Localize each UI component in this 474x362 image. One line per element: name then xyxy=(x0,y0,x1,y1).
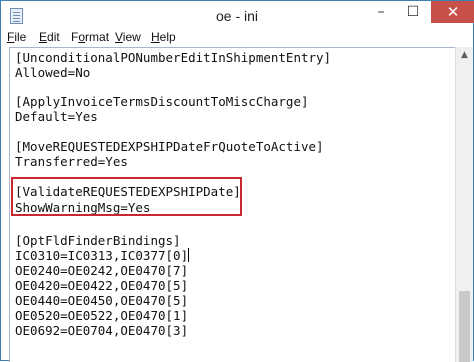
text-line: Transferred=Yes xyxy=(15,154,128,169)
title-bar[interactable]: oe - ini – ☐ ✕ xyxy=(1,1,474,31)
vertical-scrollbar[interactable]: ▲ xyxy=(455,47,473,362)
text-line: Default=Yes xyxy=(15,109,98,124)
text-caret xyxy=(188,248,189,262)
highlight-annotation-box xyxy=(11,177,242,216)
menu-file[interactable]: File xyxy=(7,30,26,44)
scrollbar-thumb[interactable] xyxy=(459,291,470,362)
text-line: IC0310=IC0313,IC0377[0] xyxy=(15,248,189,263)
text-line: OE0240=OE0242,OE0470[7] xyxy=(15,263,189,278)
text-line: OE0440=OE0450,OE0470[5] xyxy=(15,293,189,308)
minimize-button[interactable]: – xyxy=(367,1,395,23)
close-button[interactable]: ✕ xyxy=(431,1,474,23)
menu-help[interactable]: Help xyxy=(151,30,176,44)
menu-edit[interactable]: Edit xyxy=(39,30,60,44)
text-line: [OptFldFinderBindings] xyxy=(15,233,181,248)
text-line: OE0420=OE0422,OE0470[5] xyxy=(15,278,189,293)
text-line: [ApplyInvoiceTermsDiscountToMiscCharge] xyxy=(15,94,309,109)
text-line: OE0692=OE0704,OE0470[3] xyxy=(15,323,189,338)
text-line: Allowed=No xyxy=(15,65,91,80)
text-line: [UnconditionalPONumberEditInShipmentEntr… xyxy=(15,50,332,65)
menu-view[interactable]: View xyxy=(115,30,141,44)
menu-bar: File Edit Format View Help xyxy=(1,29,473,47)
maximize-button[interactable]: ☐ xyxy=(399,1,427,23)
notepad-window: oe - ini – ☐ ✕ File Edit Format View Hel… xyxy=(0,0,474,362)
menu-format[interactable]: Format xyxy=(71,30,109,44)
text-line: [MoveREQUESTEDEXPSHIPDateFrQuoteToActive… xyxy=(15,139,324,154)
scroll-up-arrow-icon[interactable]: ▲ xyxy=(456,47,473,64)
text-line: OE0520=OE0522,OE0470[1] xyxy=(15,308,189,323)
